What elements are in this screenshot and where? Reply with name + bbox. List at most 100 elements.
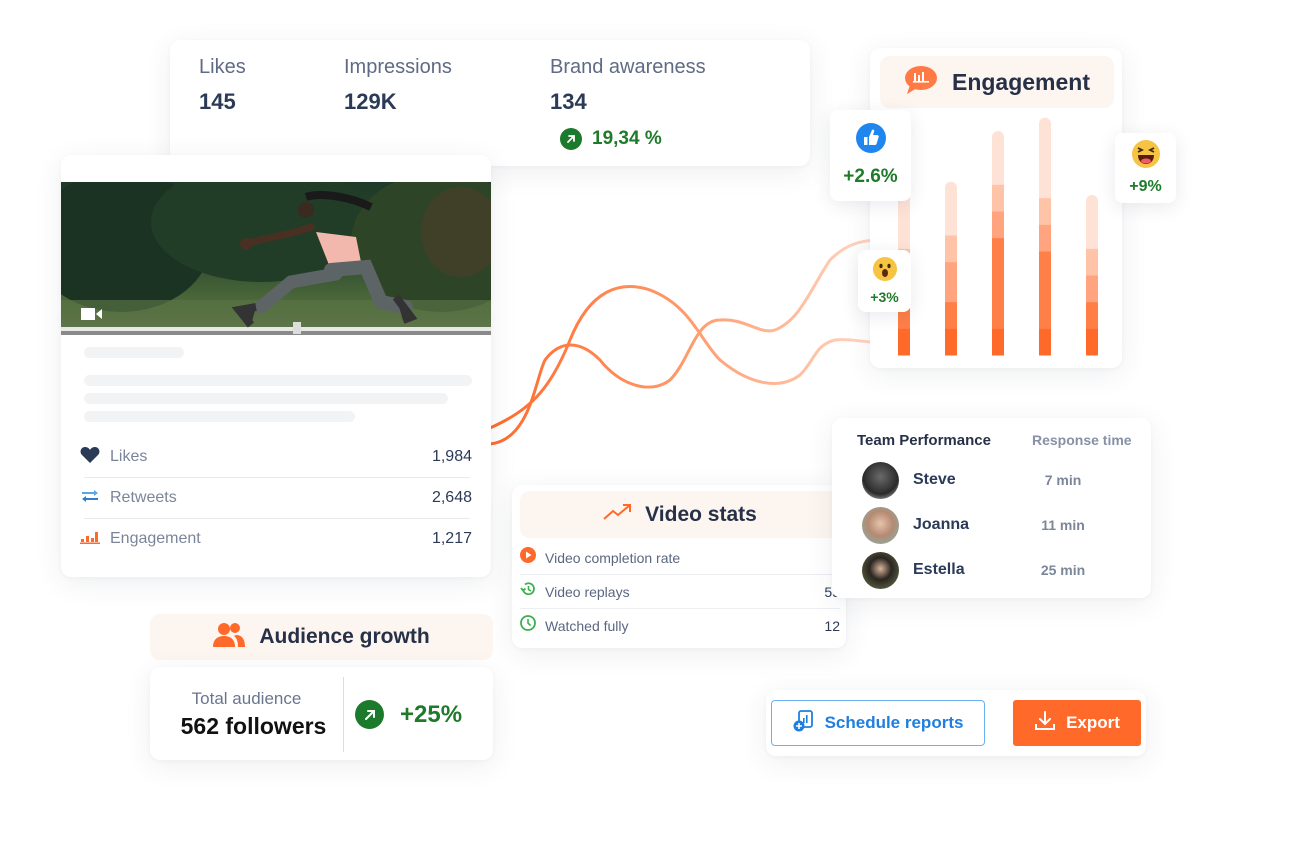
member-name: Estella [913,561,965,578]
total-audience-value: 562 followers [180,713,327,739]
bar-segment [1086,195,1098,249]
bar-segment [1086,301,1098,329]
engagement-bar-chart [898,117,1098,356]
stat-value: 1,217 [431,530,472,547]
skeleton-line [84,411,355,422]
post-stat-engagement: Engagement 1,217 [80,519,472,559]
video-stats-title: Video stats [645,502,757,526]
video-stat-label: Watched fully [545,617,629,634]
trending-up-icon [603,503,633,526]
bar-segment [1039,328,1051,356]
connector-curve-lower [489,238,881,446]
play-icon [520,547,536,568]
bar-segment [1039,224,1051,252]
reaction-laugh-badge: +9% [1115,133,1176,203]
audience-growth-header: Audience growth [150,614,493,660]
metric-value: 145 [199,89,236,114]
skeleton-line [84,347,184,358]
video-stat-watched: Watched fully 12 [520,609,840,642]
avatar [862,506,899,544]
arrow-up-right-icon [560,128,582,150]
athlete-photo [61,182,491,335]
video-stat-label: Video completion rate [545,549,681,566]
metric-value: 134 [550,89,587,114]
brand-awareness-trend: 19,34 % [560,128,662,150]
reaction-value: +3% [870,289,899,305]
retweet-icon [80,489,100,508]
skeleton-line [84,375,472,386]
team-member-row[interactable]: Estella 25 min [862,551,1132,589]
audience-trend-value: +25% [400,700,463,728]
metric-value: 129K [344,89,397,114]
audience-trend: +25% [355,700,462,729]
metric-label: Likes [199,56,246,78]
metric-label: Brand awareness [550,56,706,78]
reaction-value: +9% [1129,178,1162,195]
bar-segment [992,131,1004,185]
thumbs-up-icon [855,123,886,158]
team-member-row[interactable]: Joanna 11 min [862,506,1132,544]
video-stats-header: Video stats [520,491,840,538]
bar-3 [992,131,1004,356]
stat-label: Retweets [110,489,177,506]
stat-label: Likes [110,448,148,465]
users-icon [213,622,246,653]
audience-growth-title: Audience growth [259,625,430,648]
metric-likes: Likes 145 [199,56,246,115]
metric-label: Impressions [344,56,452,78]
wow-face-icon [872,257,897,286]
bar-segment [992,328,1004,356]
bar-segment [1039,117,1051,199]
member-name: Steve [913,471,956,488]
laughing-face-icon [1131,140,1160,173]
reaction-wow-badge: +3% [858,250,911,312]
avatar [862,551,899,589]
bar-segment [992,211,1004,239]
video-stat-label: Video replays [545,583,630,600]
bar-segment [992,237,1004,329]
reaction-value: +2.6% [843,166,898,187]
team-title: Team Performance [857,432,991,449]
video-stat-replays: Video replays 55 [520,575,840,608]
download-icon [1034,710,1056,737]
schedule-reports-button[interactable]: Schedule reports [771,700,985,746]
bar-segment [1086,328,1098,356]
response-time-header: Response time [1032,432,1132,448]
metric-impressions: Impressions 129K [344,56,452,115]
member-response-time: 25 min [1040,562,1086,578]
engagement-card: Engagement [870,48,1122,368]
team-member-row[interactable]: Steve 7 min [862,461,1132,499]
member-name: Joanna [913,516,970,533]
stat-value: 1,984 [431,448,472,465]
bar-5 [1086,195,1098,356]
bar-segment [945,301,957,329]
post-stat-retweets: Retweets 2,648 [80,478,472,518]
bar-segment [898,328,910,356]
stat-label: Engagement [110,530,201,547]
video-stats-card: Video stats Video completion rate 3 Vide… [512,485,846,648]
actions-bar: Schedule reports Export [766,690,1146,756]
bar-segment [945,261,957,303]
member-response-time: 11 min [1041,517,1085,533]
post-stat-likes: Likes 1,984 [80,437,472,477]
avatar [862,461,899,499]
bar-segment [1086,275,1098,303]
export-label: Export [1066,713,1120,732]
export-button[interactable]: Export [1013,700,1141,746]
member-response-time: 7 min [1044,472,1082,488]
skeleton-line [84,393,448,404]
arrow-up-right-icon [355,700,384,729]
divider [343,677,344,752]
bar-segment [1039,251,1051,329]
post-video-thumbnail[interactable] [61,182,491,335]
team-performance-card: Team Performance Response time Steve 7 m… [832,418,1151,598]
metric-brand-awareness: Brand awareness 134 [550,56,706,115]
bar-segment [945,328,957,356]
bar-segment [1086,248,1098,276]
schedule-reports-label: Schedule reports [824,713,964,732]
schedule-report-icon [793,709,815,737]
bar-4 [1039,117,1051,356]
bar-2 [945,181,957,356]
bar-segment [945,181,957,236]
video-camera-icon [81,307,103,325]
